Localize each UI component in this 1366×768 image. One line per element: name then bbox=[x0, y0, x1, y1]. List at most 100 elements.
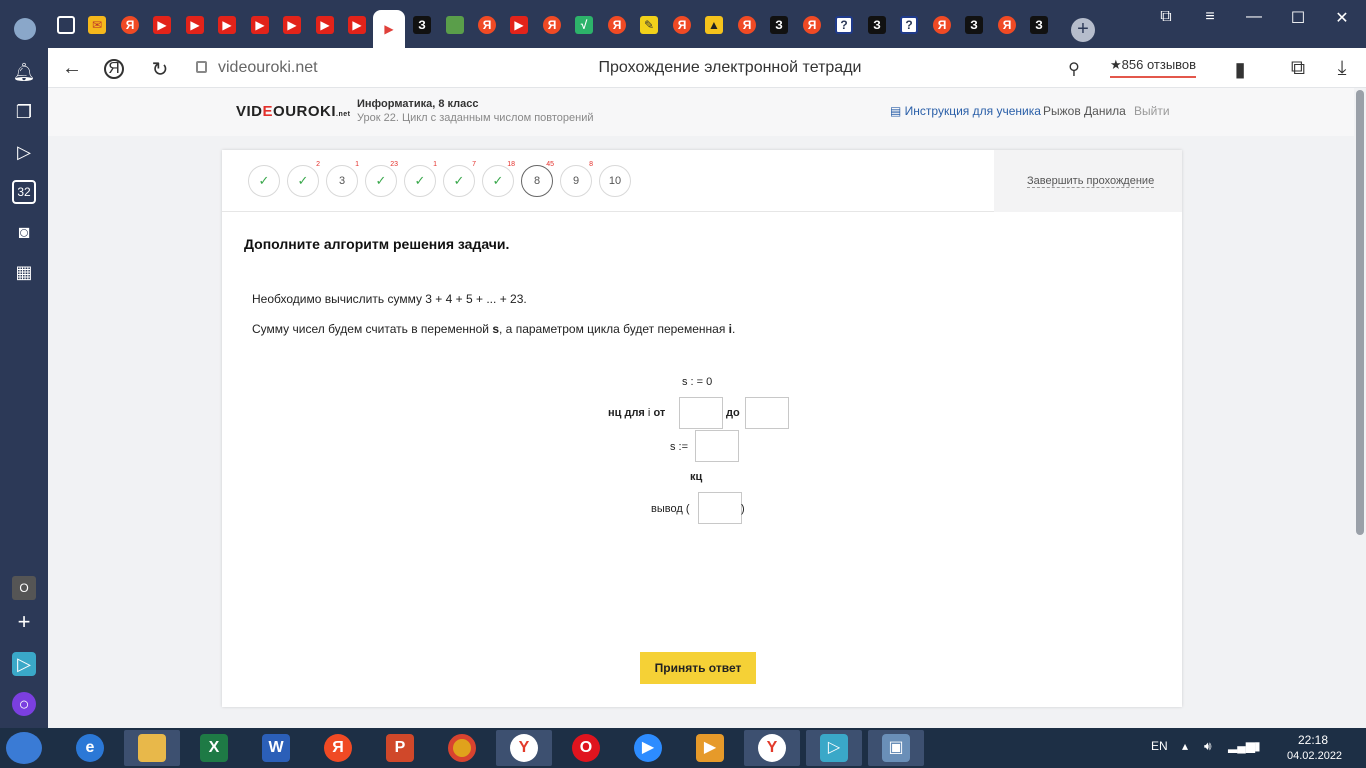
maximize-icon[interactable]: ☐ bbox=[1286, 8, 1310, 28]
opera-taskbar-button[interactable]: O bbox=[558, 730, 614, 766]
active-tab-videouroki[interactable]: ▶ bbox=[373, 10, 405, 48]
finish-button[interactable]: Завершить прохождение bbox=[1027, 175, 1155, 188]
youtube-icon[interactable]: ▶ bbox=[283, 16, 301, 34]
loop-from-input[interactable] bbox=[679, 397, 723, 429]
media-taskbar-button[interactable]: ▶ bbox=[682, 730, 738, 766]
site-logo[interactable]: VIDEOUROKI.net bbox=[236, 103, 350, 120]
step-8[interactable]: 8 45 bbox=[521, 161, 554, 197]
play-icon[interactable]: ▷ bbox=[12, 140, 36, 164]
youtube-icon[interactable]: ▶ bbox=[153, 16, 171, 34]
battery-icon[interactable]: ▮ bbox=[1254, 739, 1261, 753]
calendar-icon[interactable]: 32 bbox=[12, 180, 36, 204]
excel-taskbar-button[interactable]: X bbox=[186, 730, 242, 766]
yandex-icon[interactable]: Я bbox=[543, 16, 561, 34]
z-icon[interactable]: З bbox=[965, 16, 983, 34]
green-icon[interactable] bbox=[446, 16, 464, 34]
menu-icon[interactable]: ≡ bbox=[1198, 8, 1222, 26]
z-icon[interactable]: З bbox=[770, 16, 788, 34]
clock-date[interactable]: 04.02.2022 bbox=[1287, 750, 1342, 762]
page-scrollbar[interactable] bbox=[1354, 88, 1366, 728]
z-icon[interactable]: З bbox=[1030, 16, 1048, 34]
question-icon[interactable]: ? bbox=[835, 16, 853, 34]
step-7[interactable]: ✓ 18 bbox=[482, 161, 515, 197]
download-icon[interactable]: ⤓ bbox=[1330, 57, 1354, 80]
tray-arrow-icon[interactable]: ▴ bbox=[1182, 739, 1188, 753]
step-3[interactable]: 31 bbox=[326, 161, 359, 197]
instruction-link[interactable]: ▤ Инструкция для ученика bbox=[890, 104, 1041, 118]
step-5[interactable]: ✓ 1 bbox=[404, 161, 437, 197]
bookmark-icon[interactable]: ▮ bbox=[1228, 57, 1252, 82]
minimize-icon[interactable]: — bbox=[1242, 8, 1266, 26]
step-6[interactable]: ✓ 7 bbox=[443, 161, 476, 197]
yandex-icon[interactable]: Я bbox=[121, 16, 139, 34]
yandex-icon[interactable]: Я bbox=[738, 16, 756, 34]
yandex-browser2-taskbar-button[interactable]: Y bbox=[744, 730, 800, 766]
search-icon[interactable]: ⚲ bbox=[1062, 59, 1086, 79]
volume-icon[interactable]: 🔊︎ bbox=[1204, 739, 1212, 754]
back-icon[interactable]: ← bbox=[60, 57, 84, 80]
close-icon[interactable]: ✕ bbox=[1330, 8, 1354, 28]
submit-answer-button[interactable]: Принять ответ bbox=[640, 652, 756, 684]
extensions-icon[interactable]: ⧉ bbox=[1286, 57, 1310, 80]
question-icon[interactable]: ? bbox=[900, 16, 918, 34]
add-icon[interactable]: + bbox=[12, 610, 36, 634]
youtube-icon[interactable]: ▶ bbox=[218, 16, 236, 34]
youtube-icon[interactable]: ▶ bbox=[510, 16, 528, 34]
messenger-icon[interactable]: ▷ bbox=[12, 652, 36, 676]
loop-to-input[interactable] bbox=[745, 397, 789, 429]
camera-icon[interactable]: ◙ bbox=[12, 220, 36, 244]
browser-avatar-icon[interactable] bbox=[14, 18, 36, 40]
youtube-icon[interactable]: ▶ bbox=[251, 16, 269, 34]
start-button[interactable] bbox=[6, 732, 42, 764]
yandex-icon[interactable]: Я bbox=[673, 16, 691, 34]
z-icon[interactable]: З bbox=[413, 16, 431, 34]
logout-link[interactable]: Выйти bbox=[1134, 104, 1170, 118]
doc-icon[interactable] bbox=[57, 16, 75, 34]
reviews-badge[interactable]: ★856 отзывов bbox=[1110, 57, 1197, 78]
user-name[interactable]: Рыжов Данила bbox=[1043, 104, 1126, 118]
ie-taskbar-button[interactable]: e bbox=[62, 730, 118, 766]
alice-icon[interactable]: ○ bbox=[12, 692, 36, 716]
yandex-icon[interactable]: Я bbox=[608, 16, 626, 34]
output-input[interactable] bbox=[698, 492, 742, 524]
yandex-icon[interactable]: Я bbox=[933, 16, 951, 34]
sum-expression-input[interactable] bbox=[695, 430, 739, 462]
yandex-taskbar-button[interactable]: Я bbox=[310, 730, 366, 766]
yandex-icon[interactable]: Я bbox=[478, 16, 496, 34]
apps-grid-icon[interactable]: ▦ bbox=[12, 260, 36, 284]
clock-time[interactable]: 22:18 bbox=[1298, 733, 1328, 747]
network-icon[interactable]: ▂▄▆ bbox=[1228, 739, 1255, 753]
youtube-icon[interactable]: ▶ bbox=[348, 16, 366, 34]
scrollbar-thumb[interactable] bbox=[1356, 90, 1364, 535]
yandex-browser-taskbar-button[interactable]: Y bbox=[496, 730, 552, 766]
chrome-taskbar-button[interactable] bbox=[434, 730, 490, 766]
mail-icon[interactable]: ✉ bbox=[88, 16, 106, 34]
yandex-home-icon[interactable]: Я bbox=[104, 59, 124, 79]
z-icon[interactable]: З bbox=[868, 16, 886, 34]
step-2[interactable]: ✓ 2 bbox=[287, 161, 320, 197]
yandex-icon[interactable]: Я bbox=[803, 16, 821, 34]
new-tab-button[interactable]: + bbox=[1071, 18, 1095, 42]
youtube-icon[interactable]: ▶ bbox=[186, 16, 204, 34]
bell-icon[interactable]: 🔔︎ bbox=[12, 60, 36, 84]
step-9[interactable]: 98 bbox=[560, 161, 593, 197]
powerpoint-taskbar-button[interactable]: P bbox=[372, 730, 428, 766]
yandex-icon[interactable]: Я bbox=[998, 16, 1016, 34]
language-indicator[interactable]: EN bbox=[1151, 739, 1168, 753]
step-4[interactable]: ✓ 23 bbox=[365, 161, 398, 197]
url-host[interactable]: videouroki.net bbox=[218, 59, 318, 77]
zoom-taskbar-button[interactable]: ▶ bbox=[620, 730, 676, 766]
screenshot-taskbar-button[interactable]: ▣ bbox=[868, 730, 924, 766]
messenger-taskbar-button[interactable]: ▷ bbox=[806, 730, 862, 766]
image-icon[interactable]: ▲ bbox=[705, 16, 723, 34]
tabs-icon[interactable]: ⧉ bbox=[1154, 8, 1178, 26]
step-10[interactable]: 10 bbox=[599, 165, 631, 197]
pencil-icon[interactable]: ✎ bbox=[640, 16, 658, 34]
step-1[interactable]: ✓ bbox=[248, 165, 280, 197]
word-taskbar-button[interactable]: W bbox=[248, 730, 304, 766]
youtube-icon[interactable]: ▶ bbox=[316, 16, 334, 34]
explorer-taskbar-button[interactable] bbox=[124, 730, 180, 766]
collections-icon[interactable]: ❐ bbox=[12, 100, 36, 124]
reload-icon[interactable]: ↻ bbox=[148, 57, 172, 82]
vk-icon[interactable]: √ bbox=[575, 16, 593, 34]
